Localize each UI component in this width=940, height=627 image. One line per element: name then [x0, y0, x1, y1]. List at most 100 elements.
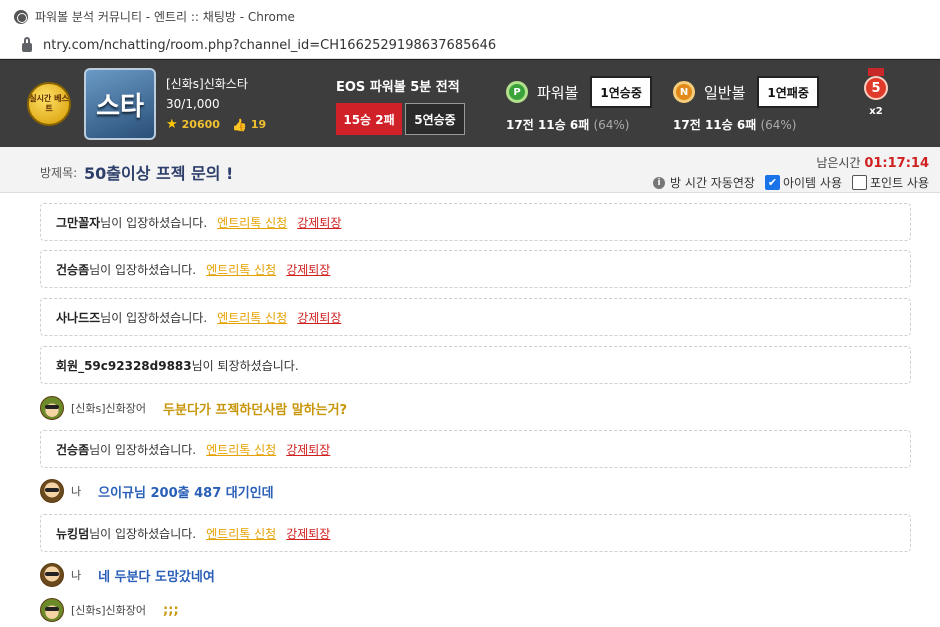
room-thumbnail-text: 스타	[96, 91, 144, 122]
normalball-record: 17전 11승 6패 (64%)	[673, 116, 819, 133]
medal-ribbon	[868, 68, 884, 76]
chat-list[interactable]: 그만꼴자 님이 입장하셨습니다. 엔트리톡 신청 강제퇴장 건승좀 님이 입장하…	[0, 193, 940, 627]
entrytalk-request-link[interactable]: 엔트리톡 신청	[206, 525, 276, 542]
message-text: 네 두분다 도망갔네여	[98, 569, 215, 585]
user-nick[interactable]: 그만꼴자	[56, 214, 100, 231]
system-message: 그만꼴자 님이 입장하셨습니다. 엔트리톡 신청 강제퇴장	[40, 203, 911, 241]
use-item-checkbox[interactable]: ✔	[764, 175, 780, 190]
user-nick[interactable]: 회원_59c92328d9883	[56, 357, 192, 374]
chat-message: 나 으이규님 200출 487 대기인데	[40, 479, 274, 503]
remaining-time: 남은시간 01:17:14	[816, 154, 929, 171]
room-title-label: 방제목:	[40, 166, 78, 180]
star-icon: ★	[166, 117, 178, 132]
normalball-total: 17전	[673, 118, 701, 132]
system-message: 건승좀 님이 입장하셨습니다. 엔트리톡 신청 강제퇴장	[40, 430, 911, 468]
thumbs-up-icon[interactable]: 👍	[232, 118, 247, 132]
entrytalk-request-link[interactable]: 엔트리톡 신청	[217, 309, 287, 326]
user-avatar[interactable]	[40, 563, 64, 587]
powerball-pct: (64%)	[593, 118, 630, 132]
medal-icon: 5	[864, 76, 888, 100]
use-point-label[interactable]: 포인트 사용	[870, 174, 929, 191]
info-icon[interactable]: i	[653, 176, 666, 189]
kick-link[interactable]: 강제퇴장	[286, 525, 330, 542]
kick-link[interactable]: 강제퇴장	[286, 441, 330, 458]
eos-title: EOS 파워볼 5분 전적	[336, 80, 460, 95]
room-header: 실시간 베스트 스타 [신화s]신화스타 30/1,000 ★ 20600 👍 …	[0, 59, 940, 147]
powerball-wins: 11승	[537, 118, 566, 132]
medal-multiplier: x2	[869, 106, 883, 117]
powerball-total: 17전	[506, 118, 534, 132]
enter-notice: 님이 입장하셨습니다.	[89, 442, 197, 457]
eos-record-panel: EOS 파워볼 5분 전적 15승 2패 5연승중	[336, 76, 465, 135]
room-title-bar: 방제목: 50출이상 프젝 문의 ! 남은시간 01:17:14 i 방 시간 …	[0, 147, 940, 193]
use-point-checkbox[interactable]	[851, 175, 867, 190]
auto-extend-label[interactable]: 방 시간 자동연장	[670, 174, 755, 191]
chat-message: [신화s]신화장어 두분다가 프젝하던사람 말하는거?	[40, 396, 347, 420]
chat-message: [신화s]신화장어 ;;;	[40, 598, 179, 622]
best-badge-label: 실시간 베스트	[29, 94, 69, 113]
powerball-streak: 1연승중	[590, 76, 652, 108]
entrytalk-request-link[interactable]: 엔트리톡 신청	[206, 261, 276, 278]
enter-notice: 님이 입장하셨습니다.	[100, 215, 208, 230]
kick-link[interactable]: 강제퇴장	[297, 309, 341, 326]
star-count: 20600	[181, 118, 220, 131]
url-text[interactable]: ntry.com/nchatting/room.php?channel_id=C…	[43, 38, 496, 53]
powerball-panel: P 파워볼 1연승중 17전 11승 6패 (64%)	[506, 76, 652, 133]
system-message: 뉴킹덤 님이 입장하셨습니다. 엔트리톡 신청 강제퇴장	[40, 514, 911, 552]
room-info: [신화s]신화스타 30/1,000 ★ 20600 👍 19	[166, 75, 266, 132]
message-text: 두분다가 프젝하던사람 말하는거?	[163, 402, 348, 418]
sender-name[interactable]: [신화s]신화장어	[71, 400, 146, 416]
normalball-losses: 6패	[736, 118, 757, 132]
system-message: 사나드즈 님이 입장하셨습니다. 엔트리톡 신청 강제퇴장	[40, 298, 911, 336]
user-avatar[interactable]	[40, 598, 64, 622]
chat-message: 나 네 두분다 도망갔네여	[40, 563, 215, 587]
user-avatar[interactable]	[40, 396, 64, 420]
remaining-time-value: 01:17:14	[864, 156, 929, 171]
message-text: 으이규님 200출 487 대기인데	[98, 485, 274, 501]
normalball-streak: 1연패중	[757, 76, 819, 108]
sender-name[interactable]: [신화s]신화장어	[71, 602, 146, 618]
entrytalk-request-link[interactable]: 엔트리톡 신청	[206, 441, 276, 458]
normalball-label: 일반볼	[704, 83, 746, 102]
user-nick[interactable]: 건승좀	[56, 441, 89, 458]
powerball-losses: 6패	[569, 118, 590, 132]
remaining-time-label: 남은시간	[816, 156, 861, 170]
powerball-label: 파워볼	[537, 83, 579, 102]
system-message: 회원_59c92328d9883 님이 퇴장하셨습니다.	[40, 346, 911, 384]
enter-notice: 님이 입장하셨습니다.	[89, 526, 197, 541]
use-item-label[interactable]: 아이템 사용	[783, 174, 842, 191]
enter-notice: 님이 입장하셨습니다.	[100, 310, 208, 325]
entrytalk-request-link[interactable]: 엔트리톡 신청	[217, 214, 287, 231]
sender-name[interactable]: 나	[71, 483, 81, 499]
user-nick[interactable]: 사나드즈	[56, 309, 100, 326]
address-bar[interactable]: ntry.com/nchatting/room.php?channel_id=C…	[0, 33, 940, 59]
room-owner-name[interactable]: [신화s]신화스타	[166, 75, 266, 92]
powerball-icon: P	[506, 81, 528, 103]
like-count: 19	[250, 118, 267, 131]
user-avatar[interactable]	[40, 479, 64, 503]
eos-win-loss: 15승 2패	[336, 103, 402, 135]
user-nick[interactable]: 건승좀	[56, 261, 89, 278]
normalball-icon: N	[673, 81, 695, 103]
sender-name[interactable]: 나	[71, 567, 81, 583]
leave-notice: 님이 퇴장하셨습니다.	[191, 358, 299, 373]
medal-badge: 5 x2	[864, 68, 888, 117]
window-title: 파워볼 분석 커뮤니티 - 엔트리 :: 채팅방 - Chrome	[35, 10, 295, 24]
kick-link[interactable]: 강제퇴장	[297, 214, 341, 231]
normalball-panel: N 일반볼 1연패중 17전 11승 6패 (64%)	[673, 76, 819, 133]
normalball-wins: 11승	[704, 118, 733, 132]
realtime-best-badge: 실시간 베스트	[27, 82, 71, 126]
window-titlebar: 파워볼 분석 커뮤니티 - 엔트리 :: 채팅방 - Chrome	[0, 0, 940, 33]
kick-link[interactable]: 강제퇴장	[286, 261, 330, 278]
lock-icon	[22, 37, 32, 52]
powerball-record: 17전 11승 6패 (64%)	[506, 116, 652, 133]
globe-icon	[14, 9, 28, 24]
enter-notice: 님이 입장하셨습니다.	[89, 262, 197, 277]
room-title: 50출이상 프젝 문의 !	[84, 164, 234, 183]
message-text: ;;;	[163, 602, 179, 618]
room-options: i 방 시간 자동연장 ✔ 아이템 사용 포인트 사용	[653, 174, 929, 191]
member-count: 30/1,000	[166, 97, 220, 111]
user-nick[interactable]: 뉴킹덤	[56, 525, 89, 542]
system-message: 건승좀 님이 입장하셨습니다. 엔트리톡 신청 강제퇴장	[40, 250, 911, 288]
eos-streak: 5연승중	[405, 103, 465, 135]
